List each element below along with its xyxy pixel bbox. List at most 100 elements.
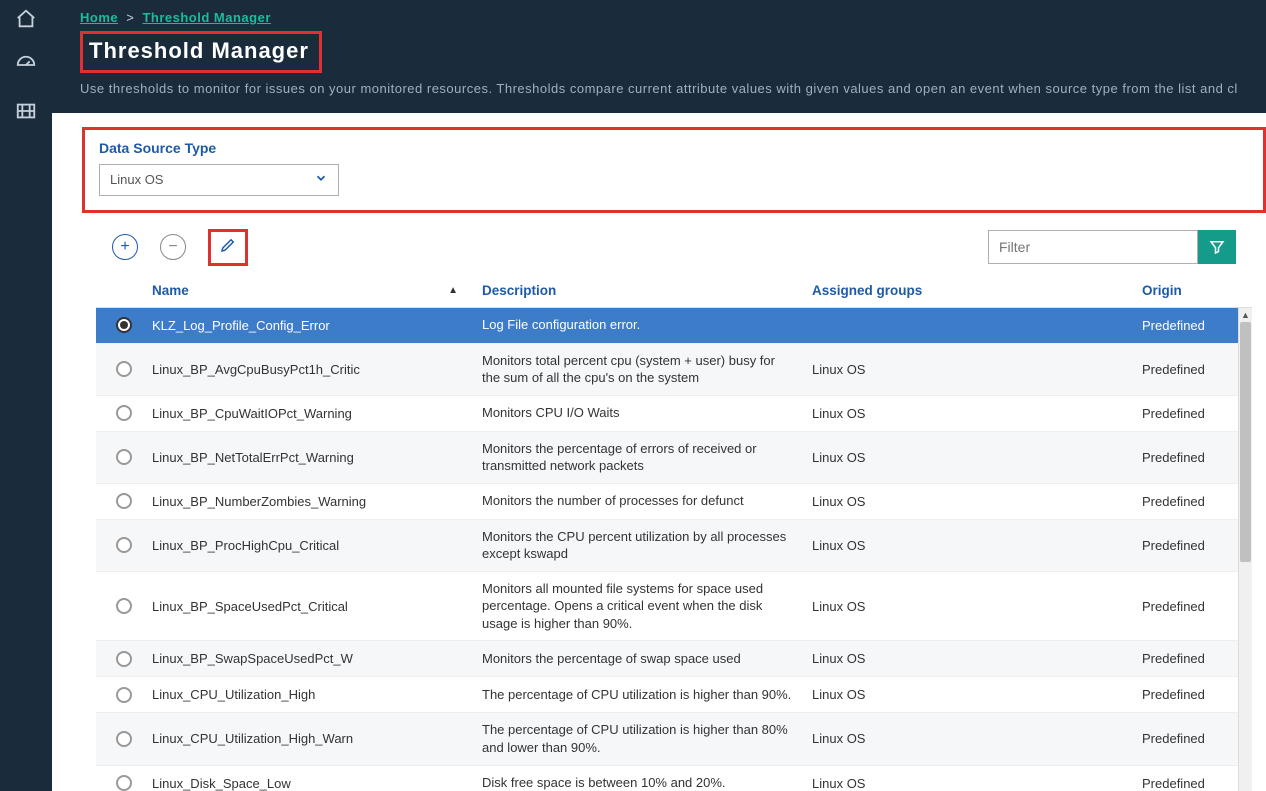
col-header-description[interactable]: Description xyxy=(482,283,812,298)
cell-name: Linux_BP_CpuWaitIOPct_Warning xyxy=(152,406,482,421)
cell-groups: Linux OS xyxy=(812,599,1142,614)
cell-description: Monitors total percent cpu (system + use… xyxy=(482,352,812,387)
cell-origin: Predefined xyxy=(1142,651,1238,666)
cell-description: Monitors CPU I/O Waits xyxy=(482,404,812,422)
cell-origin: Predefined xyxy=(1142,776,1238,791)
left-nav-rail xyxy=(0,0,52,791)
col-header-origin[interactable]: Origin xyxy=(1142,283,1196,298)
config-icon[interactable] xyxy=(15,100,37,128)
home-icon[interactable] xyxy=(15,8,37,36)
cell-name: Linux_Disk_Space_Low xyxy=(152,776,482,791)
filter-control xyxy=(988,230,1236,264)
datasource-select[interactable]: Linux OS xyxy=(99,164,339,196)
cell-origin: Predefined xyxy=(1142,406,1238,421)
row-radio[interactable] xyxy=(116,731,132,747)
cell-groups: Linux OS xyxy=(812,406,1142,421)
table-row[interactable]: Linux_BP_CpuWaitIOPct_WarningMonitors CP… xyxy=(96,396,1238,432)
remove-button[interactable]: − xyxy=(160,234,186,260)
row-radio[interactable] xyxy=(116,775,132,791)
action-toolbar: + − xyxy=(112,229,248,266)
table-row[interactable]: Linux_CPU_Utilization_HighThe percentage… xyxy=(96,677,1238,713)
table-row[interactable]: Linux_Disk_Space_LowDisk free space is b… xyxy=(96,766,1238,791)
cell-name: Linux_CPU_Utilization_High xyxy=(152,687,482,702)
cell-description: Monitors the CPU percent utilization by … xyxy=(482,528,812,563)
cell-name: Linux_BP_NetTotalErrPct_Warning xyxy=(152,450,482,465)
table-row[interactable]: Linux_BP_SpaceUsedPct_CriticalMonitors a… xyxy=(96,572,1238,642)
cell-groups: Linux OS xyxy=(812,651,1142,666)
datasource-label: Data Source Type xyxy=(99,140,1245,156)
row-radio[interactable] xyxy=(116,317,132,333)
scrollbar-thumb[interactable] xyxy=(1240,322,1251,562)
breadcrumb: Home > Threshold Manager xyxy=(80,10,1238,25)
table-header-row: Name ▲ Description Assigned groups Origi… xyxy=(96,274,1252,308)
cell-origin: Predefined xyxy=(1142,599,1238,614)
table-row[interactable]: Linux_BP_NetTotalErrPct_WarningMonitors … xyxy=(96,432,1238,484)
breadcrumb-separator: > xyxy=(122,10,138,25)
pencil-icon xyxy=(219,236,237,259)
col-header-name[interactable]: Name ▲ xyxy=(152,283,482,298)
cell-origin: Predefined xyxy=(1142,450,1238,465)
filter-input[interactable] xyxy=(988,230,1198,264)
chevron-down-icon xyxy=(314,171,328,188)
cell-description: Monitors the number of processes for def… xyxy=(482,492,812,510)
cell-description: Monitors the percentage of swap space us… xyxy=(482,650,812,668)
cell-origin: Predefined xyxy=(1142,494,1238,509)
cell-origin: Predefined xyxy=(1142,538,1238,553)
table-body: KLZ_Log_Profile_Config_ErrorLog File con… xyxy=(96,308,1238,791)
row-radio[interactable] xyxy=(116,687,132,703)
page-header: Home > Threshold Manager Threshold Manag… xyxy=(52,0,1266,113)
vertical-scrollbar[interactable]: ▲ xyxy=(1238,308,1252,791)
table-row[interactable]: KLZ_Log_Profile_Config_ErrorLog File con… xyxy=(96,308,1238,344)
table-row[interactable]: Linux_BP_SwapSpaceUsedPct_WMonitors the … xyxy=(96,641,1238,677)
row-radio[interactable] xyxy=(116,598,132,614)
cell-description: The percentage of CPU utilization is hig… xyxy=(482,686,812,704)
cell-groups: Linux OS xyxy=(812,494,1142,509)
cell-groups: Linux OS xyxy=(812,731,1142,746)
funnel-icon xyxy=(1208,238,1226,256)
cell-groups: Linux OS xyxy=(812,776,1142,791)
cell-groups: Linux OS xyxy=(812,450,1142,465)
breadcrumb-home-link[interactable]: Home xyxy=(80,10,118,25)
cell-name: Linux_BP_NumberZombies_Warning xyxy=(152,494,482,509)
row-radio[interactable] xyxy=(116,405,132,421)
add-button[interactable]: + xyxy=(112,234,138,260)
row-radio[interactable] xyxy=(116,361,132,377)
cell-origin: Predefined xyxy=(1142,731,1238,746)
breadcrumb-current-link[interactable]: Threshold Manager xyxy=(142,10,270,25)
cell-name: Linux_BP_AvgCpuBusyPct1h_Critic xyxy=(152,362,482,377)
filter-button[interactable] xyxy=(1198,230,1236,264)
cell-name: Linux_BP_SpaceUsedPct_Critical xyxy=(152,599,482,614)
cell-groups: Linux OS xyxy=(812,362,1142,377)
cell-groups: Linux OS xyxy=(812,538,1142,553)
cell-name: KLZ_Log_Profile_Config_Error xyxy=(152,318,482,333)
page-title: Threshold Manager xyxy=(89,38,309,64)
cell-name: Linux_BP_ProcHighCpu_Critical xyxy=(152,538,482,553)
cell-origin: Predefined xyxy=(1142,687,1238,702)
row-radio[interactable] xyxy=(116,449,132,465)
dashboard-icon[interactable] xyxy=(15,54,37,82)
cell-description: Log File configuration error. xyxy=(482,316,812,334)
cell-groups: Linux OS xyxy=(812,687,1142,702)
cell-name: Linux_BP_SwapSpaceUsedPct_W xyxy=(152,651,482,666)
cell-description: Monitors the percentage of errors of rec… xyxy=(482,440,812,475)
table-row[interactable]: Linux_BP_NumberZombies_WarningMonitors t… xyxy=(96,484,1238,520)
edit-button-highlight[interactable] xyxy=(208,229,248,266)
datasource-highlight: Data Source Type Linux OS xyxy=(82,127,1266,213)
row-radio[interactable] xyxy=(116,537,132,553)
cell-description: The percentage of CPU utilization is hig… xyxy=(482,721,812,756)
cell-name: Linux_CPU_Utilization_High_Warn xyxy=(152,731,482,746)
row-radio[interactable] xyxy=(116,651,132,667)
threshold-table: Name ▲ Description Assigned groups Origi… xyxy=(96,274,1252,791)
datasource-selected-value: Linux OS xyxy=(110,172,163,187)
row-radio[interactable] xyxy=(116,493,132,509)
scroll-up-icon[interactable]: ▲ xyxy=(1239,308,1252,322)
cell-origin: Predefined xyxy=(1142,318,1238,333)
cell-description: Monitors all mounted file systems for sp… xyxy=(482,580,812,633)
table-row[interactable]: Linux_CPU_Utilization_High_WarnThe perce… xyxy=(96,713,1238,765)
table-row[interactable]: Linux_BP_ProcHighCpu_CriticalMonitors th… xyxy=(96,520,1238,572)
col-header-groups[interactable]: Assigned groups xyxy=(812,283,1142,298)
page-title-highlight: Threshold Manager xyxy=(80,31,322,73)
page-description: Use thresholds to monitor for issues on … xyxy=(80,79,1238,99)
cell-origin: Predefined xyxy=(1142,362,1238,377)
table-row[interactable]: Linux_BP_AvgCpuBusyPct1h_CriticMonitors … xyxy=(96,344,1238,396)
